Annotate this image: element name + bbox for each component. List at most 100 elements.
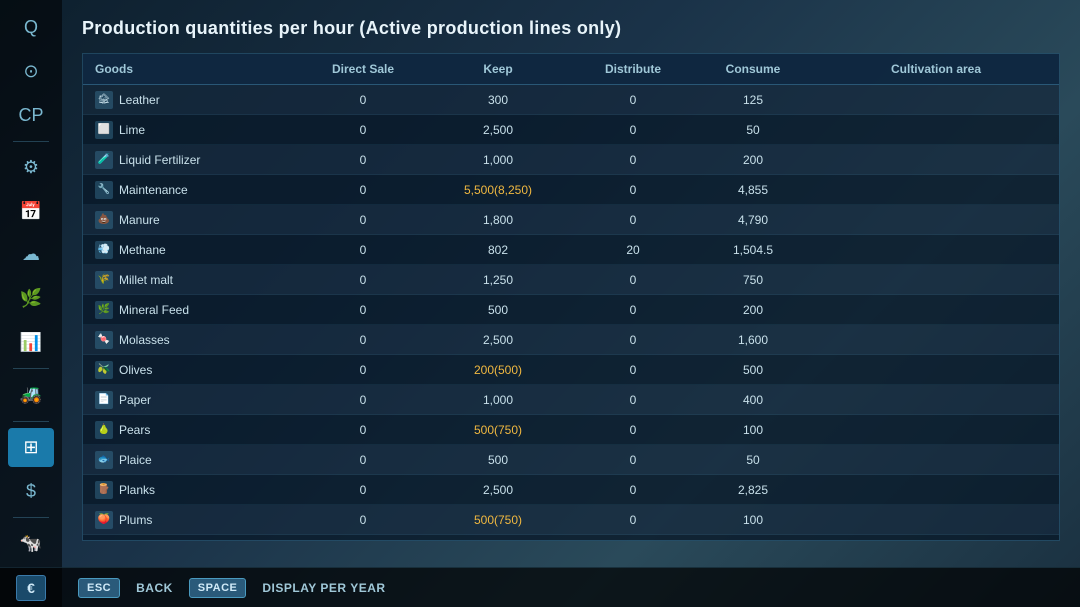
- item-name: Manure: [119, 213, 160, 227]
- cultivation-cell: [813, 336, 1059, 344]
- consume-cell: 750: [693, 269, 813, 291]
- sidebar-item-crops[interactable]: 🌿: [8, 279, 54, 319]
- goods-cell: 🔧Maintenance: [83, 177, 303, 203]
- keep-cell: 802: [423, 239, 573, 261]
- item-icon: 🪵: [95, 481, 113, 499]
- consume-cell: 200: [693, 299, 813, 321]
- table-row: 🌾Millet malt01,2500750: [83, 265, 1059, 295]
- consume-cell: 1,600: [693, 329, 813, 351]
- keep-cell: 1,800: [423, 209, 573, 231]
- item-icon: 🍑: [95, 511, 113, 529]
- table-row: 🍬Molasses02,50001,600: [83, 325, 1059, 355]
- sidebar-item-production[interactable]: ⊞: [8, 428, 54, 468]
- distribute-cell: 0: [573, 329, 693, 351]
- keep-cell: 2,500: [423, 479, 573, 501]
- cultivation-cell: [813, 456, 1059, 464]
- esc-badge[interactable]: ESC: [78, 578, 120, 598]
- production-table: Goods Direct Sale Keep Distribute Consum…: [82, 53, 1060, 541]
- bottom-bar: ESC BACK SPACE DISPLAY PER YEAR: [62, 567, 1080, 607]
- col-direct-sale: Direct Sale: [303, 54, 423, 84]
- item-icon: 📄: [95, 391, 113, 409]
- consume-cell: 50: [693, 449, 813, 471]
- col-cultivation: Cultivation area: [813, 54, 1059, 84]
- direct-sale-cell: 0: [303, 539, 423, 541]
- distribute-cell: 0: [573, 209, 693, 231]
- direct-sale-cell: 0: [303, 119, 423, 141]
- keep-cell: 1,000: [423, 389, 573, 411]
- item-name: Pears: [119, 423, 150, 437]
- table-row: 🪵Planks02,50002,825: [83, 475, 1059, 505]
- goods-cell: 🌿Mineral Feed: [83, 297, 303, 323]
- distribute-cell: 0: [573, 149, 693, 171]
- distribute-cell: 0: [573, 359, 693, 381]
- item-name: Liquid Fertilizer: [119, 153, 200, 167]
- distribute-cell: 0: [573, 539, 693, 541]
- sidebar: Q⊙CP⚙📅☁🌿📊🚜⊞$🐄📖: [0, 0, 62, 607]
- goods-cell: 🏚Leather: [83, 87, 303, 113]
- table-row: 🫒Olives0200(500)0500: [83, 355, 1059, 385]
- cultivation-cell: [813, 96, 1059, 104]
- sidebar-item-chart[interactable]: 📊: [8, 322, 54, 362]
- direct-sale-cell: 0: [303, 89, 423, 111]
- sidebar-item-weather[interactable]: ☁: [8, 235, 54, 275]
- distribute-cell: 0: [573, 299, 693, 321]
- consume-cell: 1,504.5: [693, 239, 813, 261]
- item-name: Plaice: [119, 453, 152, 467]
- cultivation-cell: [813, 246, 1059, 254]
- sidebar-item-settings[interactable]: ⚙: [8, 148, 54, 188]
- sidebar-item-animals[interactable]: 🐄: [8, 524, 54, 564]
- item-name: Millet malt: [119, 273, 173, 287]
- direct-sale-cell: 0: [303, 209, 423, 231]
- direct-sale-cell: 0: [303, 329, 423, 351]
- direct-sale-cell: 0: [303, 179, 423, 201]
- goods-cell: ⬜Lime: [83, 117, 303, 143]
- table-row: 💩Manure01,80004,790: [83, 205, 1059, 235]
- euro-badge: €: [16, 575, 46, 601]
- table-body[interactable]: 🏚Leather03000125⬜Lime02,500050🧪Liquid Fe…: [83, 85, 1059, 540]
- item-name: Molasses: [119, 333, 170, 347]
- cultivation-cell: [813, 276, 1059, 284]
- back-label[interactable]: BACK: [136, 581, 173, 595]
- table-row: 🧪Liquid Fertilizer01,0000200: [83, 145, 1059, 175]
- item-icon: 🐟: [95, 451, 113, 469]
- sidebar-divider: [13, 141, 49, 142]
- space-badge[interactable]: SPACE: [189, 578, 247, 598]
- keep-cell: 300: [423, 89, 573, 111]
- sidebar-item-q[interactable]: Q: [8, 8, 54, 48]
- item-icon: ⬜: [95, 121, 113, 139]
- cultivation-cell: [813, 156, 1059, 164]
- sidebar-item-steering[interactable]: ⊙: [8, 52, 54, 92]
- distribute-cell: 0: [573, 509, 693, 531]
- consume-cell: 50: [693, 119, 813, 141]
- item-name: Methane: [119, 243, 166, 257]
- item-icon: 🫒: [95, 361, 113, 379]
- item-name: Planks: [119, 483, 155, 497]
- item-name: Leather: [119, 93, 160, 107]
- sidebar-item-tractor[interactable]: 🚜: [8, 375, 54, 415]
- goods-cell: 🧪Liquid Fertilizer: [83, 147, 303, 173]
- display-per-year-label[interactable]: DISPLAY PER YEAR: [262, 581, 385, 595]
- goods-cell: 🍑Plums: [83, 507, 303, 533]
- table-row: 🍑Plums0500(750)0100: [83, 505, 1059, 535]
- direct-sale-cell: 0: [303, 419, 423, 441]
- direct-sale-cell: 0: [303, 149, 423, 171]
- table-row: 🌾Rye Flour01,00001,200: [83, 535, 1059, 540]
- sidebar-item-finance[interactable]: $: [8, 471, 54, 511]
- direct-sale-cell: 0: [303, 389, 423, 411]
- distribute-cell: 0: [573, 479, 693, 501]
- keep-cell: 500: [423, 299, 573, 321]
- consume-cell: 1,200: [693, 539, 813, 541]
- distribute-cell: 0: [573, 269, 693, 291]
- consume-cell: 100: [693, 419, 813, 441]
- item-name: Paper: [119, 393, 151, 407]
- direct-sale-cell: 0: [303, 509, 423, 531]
- cultivation-cell: [813, 126, 1059, 134]
- sidebar-item-cp[interactable]: CP: [8, 95, 54, 135]
- distribute-cell: 0: [573, 419, 693, 441]
- table-row: 🍐Pears0500(750)0100: [83, 415, 1059, 445]
- cultivation-cell: [813, 216, 1059, 224]
- sidebar-divider: [13, 421, 49, 422]
- cultivation-cell: [813, 486, 1059, 494]
- consume-cell: 200: [693, 149, 813, 171]
- sidebar-item-calendar[interactable]: 📅: [8, 191, 54, 231]
